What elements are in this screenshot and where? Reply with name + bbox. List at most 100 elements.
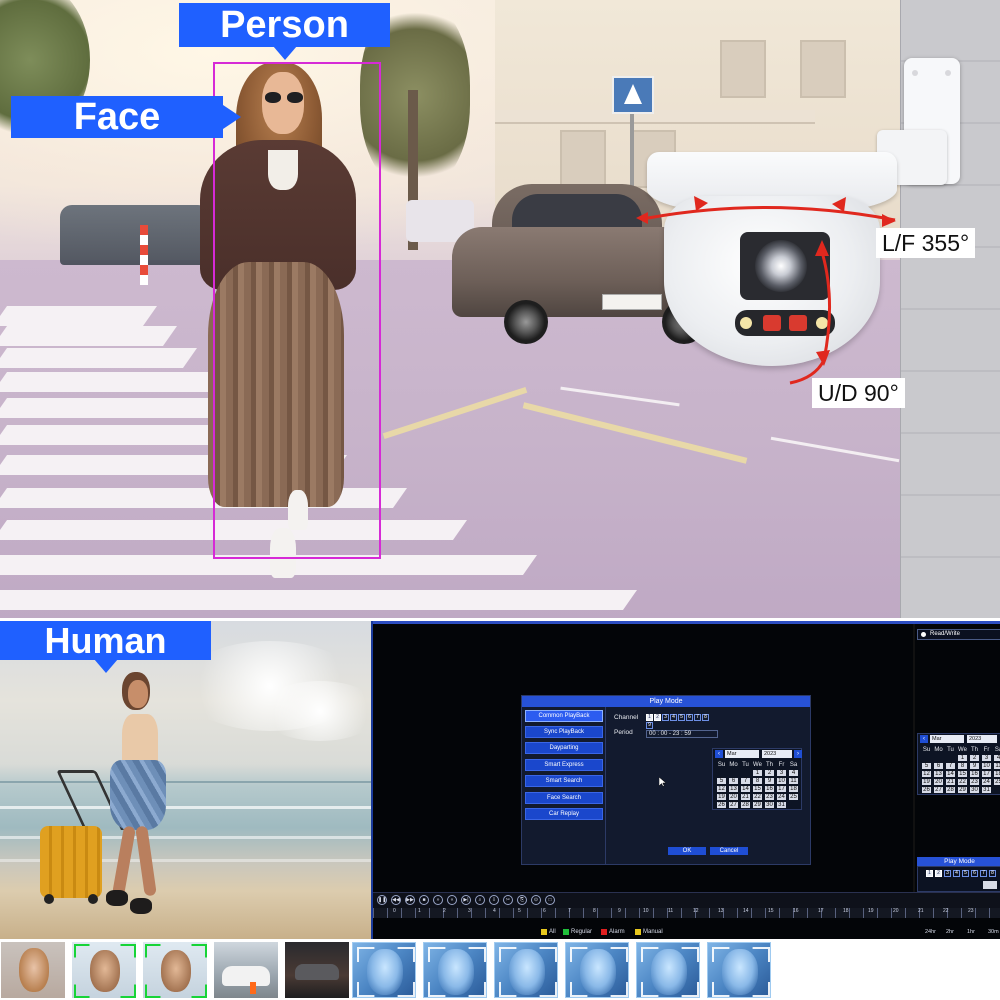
side-calendar-day-cell[interactable]: 22 [957, 778, 968, 786]
side-calendar-day-cell[interactable]: 7 [945, 762, 956, 770]
channel-checkbox-4[interactable]: 4 [670, 714, 677, 721]
side-calendar-day-cell[interactable]: 11 [993, 762, 1000, 770]
side-calendar-day-cell[interactable]: 1 [957, 754, 968, 762]
zoom-option-1hr[interactable]: 1hr [967, 929, 975, 935]
fast-icon[interactable]: » [433, 895, 443, 905]
calendar-day-cell[interactable]: 11 [788, 777, 799, 785]
side-channel-checkbox-1[interactable]: 1 [926, 870, 933, 877]
calendar-day-cell[interactable]: 3 [776, 769, 787, 777]
side-calendar-day-cell[interactable]: 17 [981, 770, 992, 778]
calendar-day-cell[interactable]: 31 [776, 801, 787, 809]
side-calendar-day-cell[interactable]: 25 [993, 778, 1000, 786]
calendar-day-cell[interactable]: 17 [776, 785, 787, 793]
calendar-day-cell[interactable]: 1 [752, 769, 763, 777]
cut-icon[interactable]: ✂ [503, 895, 513, 905]
clip-icon[interactable]: ⎘ [517, 895, 527, 905]
side-channel-checkbox-8[interactable]: 8 [989, 870, 996, 877]
slow-icon[interactable]: « [447, 895, 457, 905]
side-calendar-day-cell[interactable]: 12 [921, 770, 932, 778]
stop-icon[interactable]: ■ [419, 895, 429, 905]
channel-checkbox-2[interactable]: 2 [654, 714, 661, 721]
side-calendar-day-cell[interactable]: 9 [969, 762, 980, 770]
channel-checkbox-6[interactable]: 6 [686, 714, 693, 721]
side-calendar-day-cell[interactable]: 30 [969, 786, 980, 794]
side-year-select[interactable]: 2023 [967, 735, 997, 743]
zoom-option-24hr[interactable]: 24hr [925, 929, 936, 935]
calendar-day-cell[interactable]: 12 [716, 785, 727, 793]
year-select[interactable]: 2023 [762, 750, 792, 758]
save-icon[interactable]: ⊙ [531, 895, 541, 905]
channel-checkbox-5[interactable]: 5 [678, 714, 685, 721]
calendar-day-cell[interactable]: 22 [752, 793, 763, 801]
calendar-day-cell[interactable]: 30 [764, 801, 775, 809]
next-icon[interactable]: ▶▶ [405, 895, 415, 905]
side-channel-checkbox-7[interactable]: 7 [980, 870, 987, 877]
menu-car-replay[interactable]: Car Replay [525, 808, 603, 820]
side-calendar-day-cell[interactable]: 21 [945, 778, 956, 786]
calendar-day-cell[interactable]: 26 [716, 801, 727, 809]
side-channel-checkbox-6[interactable]: 6 [971, 870, 978, 877]
side-calendar-day-cell[interactable]: 26 [921, 786, 932, 794]
prev-month-button[interactable]: ‹ [715, 750, 723, 758]
calendar-day-cell[interactable]: 16 [764, 785, 775, 793]
side-calendar-day-cell[interactable]: 13 [933, 770, 944, 778]
calendar-day-cell[interactable]: 28 [740, 801, 751, 809]
ok-button[interactable]: OK [668, 847, 706, 855]
calendar-day-cell[interactable]: 13 [728, 785, 739, 793]
calendar-day-cell[interactable]: 9 [764, 777, 775, 785]
backup-icon[interactable]: ⇩ [489, 895, 499, 905]
side-calendar-day-cell[interactable]: 15 [957, 770, 968, 778]
calendar-day-cell[interactable]: 23 [764, 793, 775, 801]
side-calendar-day-cell[interactable]: 10 [981, 762, 992, 770]
pause-icon[interactable]: ❚❚ [377, 895, 387, 905]
zoom-option-2hr[interactable]: 2hr [946, 929, 954, 935]
side-channel-checkbox-5[interactable]: 5 [962, 870, 969, 877]
side-month-select[interactable]: Mar [930, 735, 964, 743]
legend-regular[interactable]: Regular [563, 929, 592, 935]
calendar-day-cell[interactable]: 4 [788, 769, 799, 777]
channel-checkbox-3[interactable]: 3 [662, 714, 669, 721]
side-prev-month-button[interactable]: ‹ [920, 735, 928, 743]
channel-checkbox-9[interactable]: 9 [646, 722, 653, 729]
legend-alarm[interactable]: Alarm [601, 929, 625, 935]
calendar-day-cell[interactable]: 19 [716, 793, 727, 801]
calendar-day-cell[interactable]: 15 [752, 785, 763, 793]
menu-sync-playback[interactable]: Sync PlayBack [525, 726, 603, 738]
side-play-mode-button[interactable]: Play Mode [917, 857, 1000, 866]
side-calendar-day-cell[interactable]: 23 [969, 778, 980, 786]
menu-smart-search[interactable]: Smart Search [525, 775, 603, 787]
side-calendar-day-cell[interactable]: 31 [981, 786, 992, 794]
calendar-day-cell[interactable]: 25 [788, 793, 799, 801]
side-calendar-day-cell[interactable]: 19 [921, 778, 932, 786]
frame-icon[interactable]: ▶| [461, 895, 471, 905]
side-channel-checkbox-3[interactable]: 3 [944, 870, 951, 877]
month-select[interactable]: Mar [725, 750, 759, 758]
calendar-day-cell[interactable]: 24 [776, 793, 787, 801]
calendar-day-cell[interactable]: 21 [740, 793, 751, 801]
menu-smart-express[interactable]: Smart Express [525, 759, 603, 771]
side-channel-checkbox-2[interactable]: 2 [935, 870, 942, 877]
legend-manual[interactable]: Manual [635, 929, 663, 935]
calendar-day-cell[interactable]: 10 [776, 777, 787, 785]
cancel-button[interactable]: Cancel [710, 847, 748, 855]
channel-checkbox-1[interactable]: 1 [646, 714, 653, 721]
side-calendar-day-cell[interactable]: 14 [945, 770, 956, 778]
side-calendar-day-cell[interactable]: 18 [993, 770, 1000, 778]
side-channel-checkbox-4[interactable]: 4 [953, 870, 960, 877]
channel-checkbox-7[interactable]: 7 [694, 714, 701, 721]
prev-icon[interactable]: ◀◀ [391, 895, 401, 905]
side-calendar-day-cell[interactable]: 4 [993, 754, 1000, 762]
calendar-day-cell[interactable]: 27 [728, 801, 739, 809]
channel-checkbox-8[interactable]: 8 [702, 714, 709, 721]
menu-face-search[interactable]: Face Search [525, 792, 603, 804]
calendar-day-cell[interactable]: 2 [764, 769, 775, 777]
calendar-day-cell[interactable]: 7 [740, 777, 751, 785]
menu-common-playback[interactable]: Common PlayBack [525, 710, 603, 722]
next-month-button[interactable]: › [794, 750, 802, 758]
side-calendar-day-cell[interactable]: 16 [969, 770, 980, 778]
zoom-option-30m[interactable]: 30m [988, 929, 999, 935]
side-calendar-day-cell[interactable]: 29 [957, 786, 968, 794]
search-icon[interactable]: ⌕ [475, 895, 485, 905]
calendar-day-cell[interactable]: 14 [740, 785, 751, 793]
calendar-day-cell[interactable]: 18 [788, 785, 799, 793]
